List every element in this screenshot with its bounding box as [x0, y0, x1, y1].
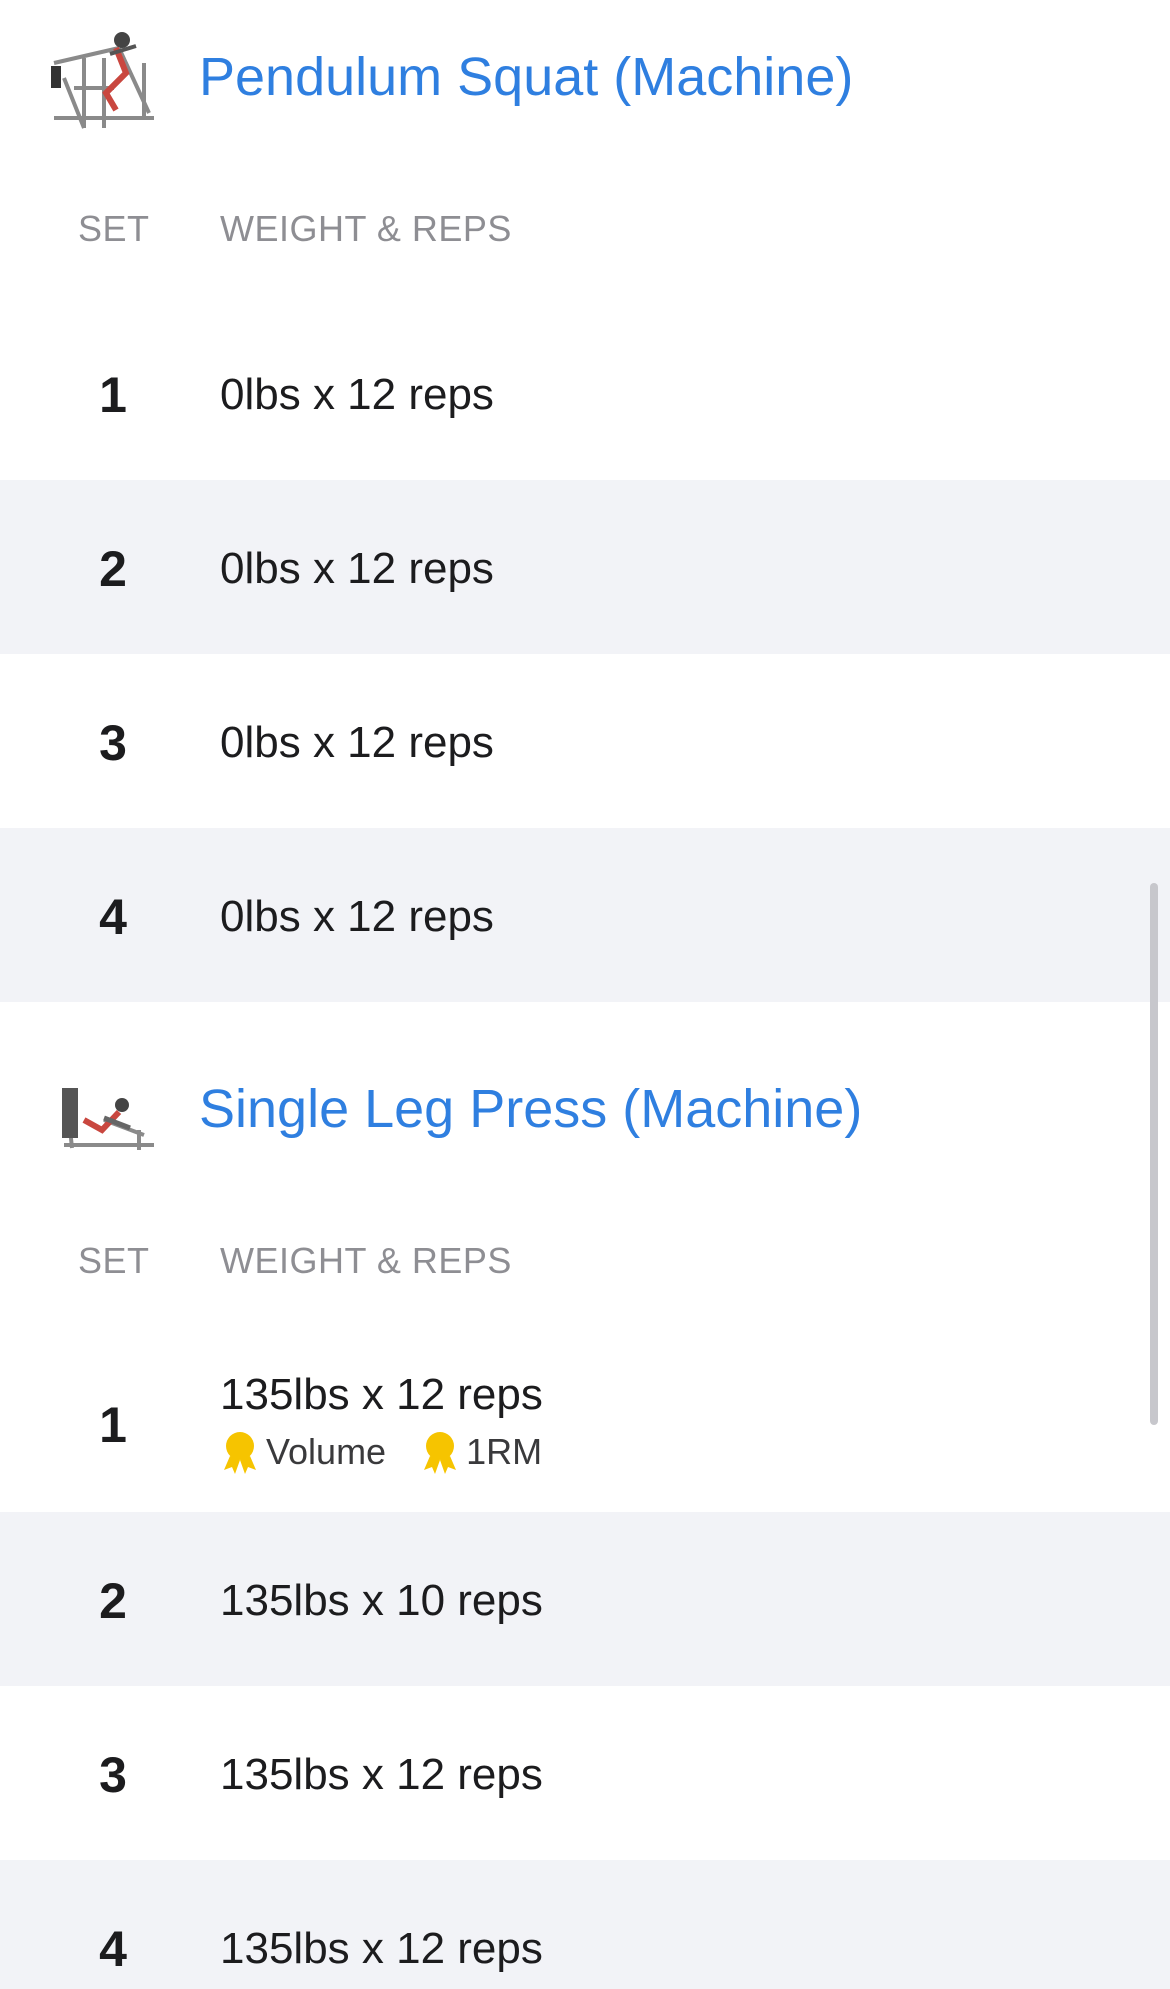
- column-headers: SET WEIGHT & REPS: [0, 198, 1170, 258]
- weight-reps-column-header: WEIGHT & REPS: [220, 1240, 512, 1281]
- set-number: 1: [99, 367, 127, 423]
- set-column-header: SET: [78, 1240, 150, 1281]
- set-weight-reps: 0lbs x 12 reps: [220, 892, 494, 941]
- set-row: 2 0lbs x 12 reps: [0, 480, 1170, 654]
- set-number: 1: [99, 1397, 127, 1453]
- set-number: 4: [99, 1921, 127, 1977]
- exercise-title[interactable]: Pendulum Squat (Machine): [199, 46, 853, 108]
- column-headers: SET WEIGHT & REPS: [0, 1230, 1170, 1290]
- set-weight-reps: 0lbs x 12 reps: [220, 718, 494, 767]
- set-weight-reps: 0lbs x 12 reps: [220, 370, 494, 419]
- set-row: 2 135lbs x 10 reps: [0, 1512, 1170, 1686]
- record-volume: Volume: [266, 1431, 387, 1472]
- pendulum-squat-machine-illustration: [44, 18, 164, 138]
- set-weight-reps: 135lbs x 12 reps: [220, 1370, 543, 1419]
- set-weight-reps: 135lbs x 12 reps: [220, 1924, 543, 1973]
- exercise-title[interactable]: Single Leg Press (Machine): [199, 1078, 862, 1140]
- personal-records: Volume 1RM: [220, 1430, 542, 1474]
- weight-reps-column-header: WEIGHT & REPS: [220, 208, 512, 249]
- single-leg-press-machine-illustration: [44, 1050, 164, 1170]
- set-number: 2: [99, 541, 127, 597]
- record-1rm: 1RM: [466, 1431, 543, 1472]
- set-column-header: SET: [78, 208, 150, 249]
- exercise-header: Single Leg Press (Machine): [0, 1034, 1170, 1184]
- scrollbar[interactable]: [1150, 883, 1158, 1425]
- set-number: 4: [99, 889, 127, 945]
- medal-icon: [424, 1432, 457, 1474]
- set-row: 4 135lbs x 12 reps: [0, 1860, 1170, 1989]
- set-row: 1 0lbs x 12 reps: [0, 306, 1170, 480]
- set-row: 4 0lbs x 12 reps: [0, 828, 1170, 1002]
- set-number: 3: [99, 715, 127, 771]
- set-row: 3 135lbs x 12 reps: [0, 1686, 1170, 1860]
- exercise-header: Pendulum Squat (Machine): [0, 2, 1170, 152]
- set-row: 1 135lbs x 12 reps Volume 1RM: [0, 1338, 1170, 1512]
- medal-icon: [224, 1432, 256, 1474]
- set-number: 2: [99, 1573, 127, 1629]
- exercise-thumbnail[interactable]: [44, 18, 164, 138]
- set-weight-reps: 0lbs x 12 reps: [220, 544, 494, 593]
- set-number: 3: [99, 1747, 127, 1803]
- exercise-thumbnail[interactable]: [44, 1050, 164, 1170]
- set-row: 3 0lbs x 12 reps: [0, 654, 1170, 828]
- set-weight-reps: 135lbs x 10 reps: [220, 1576, 543, 1625]
- set-weight-reps: 135lbs x 12 reps: [220, 1750, 543, 1799]
